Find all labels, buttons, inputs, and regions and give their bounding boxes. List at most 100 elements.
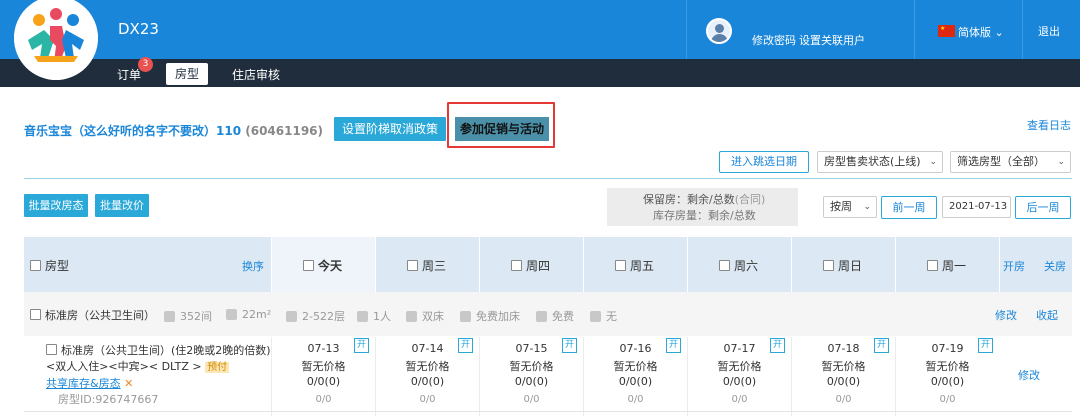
filter-room-value: 筛选房型（全部）	[957, 155, 1045, 168]
chevron-down-icon: ⌄	[863, 202, 871, 212]
bed-icon	[406, 311, 417, 322]
nav-checkin-review[interactable]: 住店审核	[232, 66, 280, 83]
tools-icon[interactable]: ✕	[124, 377, 133, 390]
view-log-link[interactable]: 查看日志	[1027, 117, 1071, 133]
room-id: 房型ID:926747667	[58, 393, 159, 406]
cell-sold: 0/0	[523, 394, 540, 405]
cell-price: 暂无价格	[821, 360, 866, 373]
day-header-1[interactable]: 周三	[407, 257, 446, 274]
day-cell[interactable]: 07-18 开暂无价格 0/0(0) 0/0	[791, 337, 895, 416]
date-input[interactable]: 2021-07-13	[942, 196, 1011, 218]
cancel-policy-button[interactable]: 设置阶梯取消政策	[334, 117, 446, 141]
room-line-1-text: 标准房（公共卫生间）(住2晚或2晚的倍数)	[61, 344, 271, 357]
day-cell[interactable]: 07-16 开暂无价格 0/0(0) 0/0	[583, 337, 687, 416]
cell-price: 暂无价格	[301, 360, 346, 373]
bulk-status-button[interactable]: 批量改房态	[24, 194, 88, 217]
change-password-link[interactable]: 修改密码	[752, 32, 796, 48]
nav-bar	[0, 59, 1080, 87]
nav-orders[interactable]: 订单	[117, 66, 141, 83]
day-header-4[interactable]: 周六	[719, 257, 758, 274]
open-all-link[interactable]: 开房	[1003, 258, 1025, 274]
column-divider	[999, 237, 1000, 292]
day-label: 周四	[526, 259, 551, 273]
promotion-button[interactable]: 参加促销与活动	[455, 117, 549, 141]
day-cell[interactable]: 07-19 开暂无价格 0/0(0) 0/0	[895, 337, 999, 416]
jump-date-button[interactable]: 进入跳选日期	[719, 151, 809, 173]
day-header-3[interactable]: 周五	[615, 257, 654, 274]
cell-open-toggle[interactable]: 开	[874, 338, 889, 353]
room-checkbox[interactable]	[46, 344, 57, 355]
day-checkbox[interactable]	[407, 260, 418, 271]
day-cell[interactable]: 07-13 开暂无价格 0/0(0) 0/0	[271, 337, 375, 416]
day-checkbox[interactable]	[927, 260, 938, 271]
wifi: 无	[590, 308, 617, 324]
filter-room-select[interactable]: 筛选房型（全部） ⌄	[950, 151, 1071, 173]
logout-link[interactable]: 退出	[1038, 23, 1060, 39]
cell-open-toggle[interactable]: 开	[354, 338, 369, 353]
hotel-name-text: 音乐宝宝（这么好听的名字不要改）110	[24, 124, 242, 138]
room-group-edit-link[interactable]: 修改	[995, 307, 1017, 323]
cell-open-toggle[interactable]: 开	[978, 338, 993, 353]
room-edit-link[interactable]: 修改	[1018, 367, 1040, 383]
bulk-price-button[interactable]: 批量改价	[95, 194, 149, 217]
cell-open-toggle[interactable]: 开	[458, 338, 473, 353]
area-icon	[226, 309, 237, 320]
user-avatar[interactable]	[706, 18, 732, 44]
cell-sold: 0/0	[939, 394, 956, 405]
rooms-count: 352间	[164, 308, 212, 324]
cell-open-toggle[interactable]: 开	[562, 338, 577, 353]
cell-sold: 0/0	[627, 394, 644, 405]
day-header-6[interactable]: 周一	[927, 257, 966, 274]
room-group-checkbox[interactable]	[30, 309, 41, 320]
cell-price: 暂无价格	[717, 360, 762, 373]
day-header-5[interactable]: 周日	[823, 257, 862, 274]
day-checkbox[interactable]	[615, 260, 626, 271]
day-label: 周六	[734, 259, 759, 273]
prev-week-button[interactable]: 前一周	[881, 196, 937, 219]
room-group-name[interactable]: 标准房（公共卫生间）	[30, 307, 155, 323]
room-occupancy-text: 1人	[373, 310, 391, 323]
legend-stock: 库存房量：剩余/总数	[653, 209, 756, 222]
day-checkbox[interactable]	[823, 260, 834, 271]
room-detail: 标准房（公共卫生间）(住2晚或2晚的倍数) <双人入住><中宾>< DLTZ >…	[46, 343, 276, 408]
room-group-collapse-link[interactable]: 收起	[1036, 307, 1058, 323]
extra-bed: 免费加床	[460, 308, 520, 324]
day-checkbox[interactable]	[719, 260, 730, 271]
day-cell[interactable]: 07-15 开暂无价格 0/0(0) 0/0	[479, 337, 583, 416]
cell-open-toggle[interactable]: 开	[666, 338, 681, 353]
share-inventory-tag[interactable]: 共享库存&房态	[46, 377, 121, 390]
day-cell[interactable]: 07-14 开暂无价格 0/0(0) 0/0	[375, 337, 479, 416]
cell-sold: 0/0	[315, 394, 332, 405]
swap-order-link[interactable]: 换序	[242, 258, 264, 274]
linked-users-link[interactable]: 设置关联用户	[799, 32, 865, 48]
cell-open-toggle[interactable]: 开	[770, 338, 785, 353]
nav-room-types[interactable]: 房型	[166, 63, 208, 85]
room-type-header[interactable]: 房型	[30, 257, 69, 274]
column-divider	[687, 237, 688, 292]
prepay-tag: 预付	[205, 362, 230, 373]
sale-status-value: 房型售卖状态(上线)	[824, 155, 921, 168]
day-header-0[interactable]: 今天	[303, 257, 342, 274]
column-divider	[479, 237, 480, 292]
brand-logo[interactable]	[14, 0, 98, 80]
day-cell[interactable]: 07-17 开暂无价格 0/0(0) 0/0	[687, 337, 791, 416]
room-floors-text: 2-522层	[302, 310, 345, 323]
day-header-2[interactable]: 周四	[511, 257, 550, 274]
close-all-link[interactable]: 关房	[1044, 258, 1066, 274]
room-bed: 双床	[406, 308, 444, 324]
sale-status-select[interactable]: 房型售卖状态(上线) ⌄	[817, 151, 943, 173]
next-week-button[interactable]: 后一周	[1015, 196, 1071, 219]
chevron-down-icon: ⌄	[929, 157, 937, 167]
day-label: 今天	[318, 259, 343, 273]
rooms-count-text: 352间	[180, 310, 212, 323]
select-all-checkbox[interactable]	[30, 260, 41, 271]
column-divider	[271, 237, 272, 292]
period-select[interactable]: 按周 ⌄	[823, 196, 877, 218]
day-checkbox[interactable]	[511, 260, 522, 271]
building-icon	[164, 311, 175, 322]
person-icon	[357, 311, 368, 322]
language-select[interactable]: 简体版 ⌄	[958, 24, 1004, 40]
header-divider	[686, 0, 687, 59]
room-line-2: <双人入住><中宾>< DLTZ > 预付	[46, 359, 276, 376]
day-checkbox[interactable]	[303, 260, 314, 271]
